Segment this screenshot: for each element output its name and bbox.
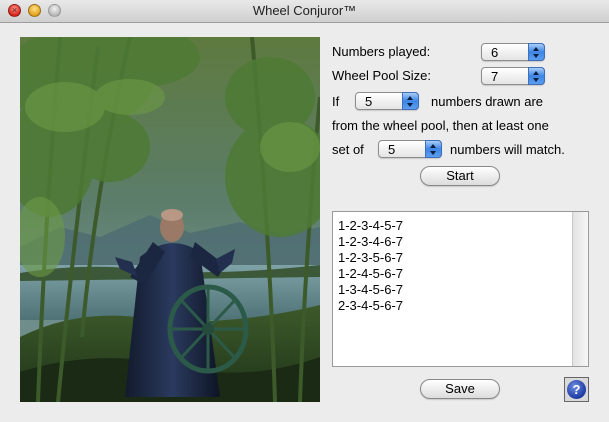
numbers-played-select[interactable]: 6 [481,43,545,61]
result-row[interactable]: 1-2-3-4-5-7 [338,218,403,234]
result-row[interactable]: 1-2-4-5-6-7 [338,266,403,282]
results-list[interactable]: 1-2-3-4-5-7 1-2-3-4-6-7 1-2-3-5-6-7 1-2-… [332,211,589,367]
help-icon: ? [567,380,586,399]
app-window: × Wheel Conjuror™ Numbers played: 6 Whee… [0,0,609,422]
numbers-played-label: Numbers played: [332,44,431,59]
title-bar: × Wheel Conjuror™ [0,0,609,23]
window-title: Wheel Conjuror™ [252,3,357,18]
set-of-label: set of [332,142,364,157]
result-row[interactable]: 2-3-4-5-6-7 [338,298,403,314]
wheel-pool-size-select[interactable]: 7 [481,67,545,85]
numbers-drawn-select[interactable]: 5 [355,92,419,110]
result-row[interactable]: 1-3-4-5-6-7 [338,282,403,298]
start-button[interactable]: Start [420,166,500,186]
numbers-drawn-value: 5 [365,94,373,109]
numbers-drawn-stepper-icon[interactable] [402,92,419,110]
numbers-match-select[interactable]: 5 [378,140,442,158]
numbers-played-value: 6 [491,45,499,60]
wheel-pool-size-value: 7 [491,69,499,84]
result-row[interactable]: 1-2-3-4-6-7 [338,234,403,250]
results-rows: 1-2-3-4-5-7 1-2-3-4-6-7 1-2-3-5-6-7 1-2-… [338,218,403,314]
from-wheel-pool-label: from the wheel pool, then at least one [332,118,549,133]
numbers-drawn-label: numbers drawn are [431,94,543,109]
wheel-pool-size-label: Wheel Pool Size: [332,68,431,83]
save-button[interactable]: Save [420,379,500,399]
wheel-pool-size-stepper-icon[interactable] [528,67,545,85]
results-scrollbar[interactable] [572,212,588,366]
numbers-match-value: 5 [388,142,396,157]
if-label: If [332,94,340,109]
numbers-match-label: numbers will match. [450,142,565,157]
result-row[interactable]: 1-2-3-5-6-7 [338,250,403,266]
help-button[interactable]: ? [564,377,589,402]
numbers-played-stepper-icon[interactable] [528,43,545,61]
wizard-illustration [20,37,320,402]
numbers-match-stepper-icon[interactable] [425,140,442,158]
